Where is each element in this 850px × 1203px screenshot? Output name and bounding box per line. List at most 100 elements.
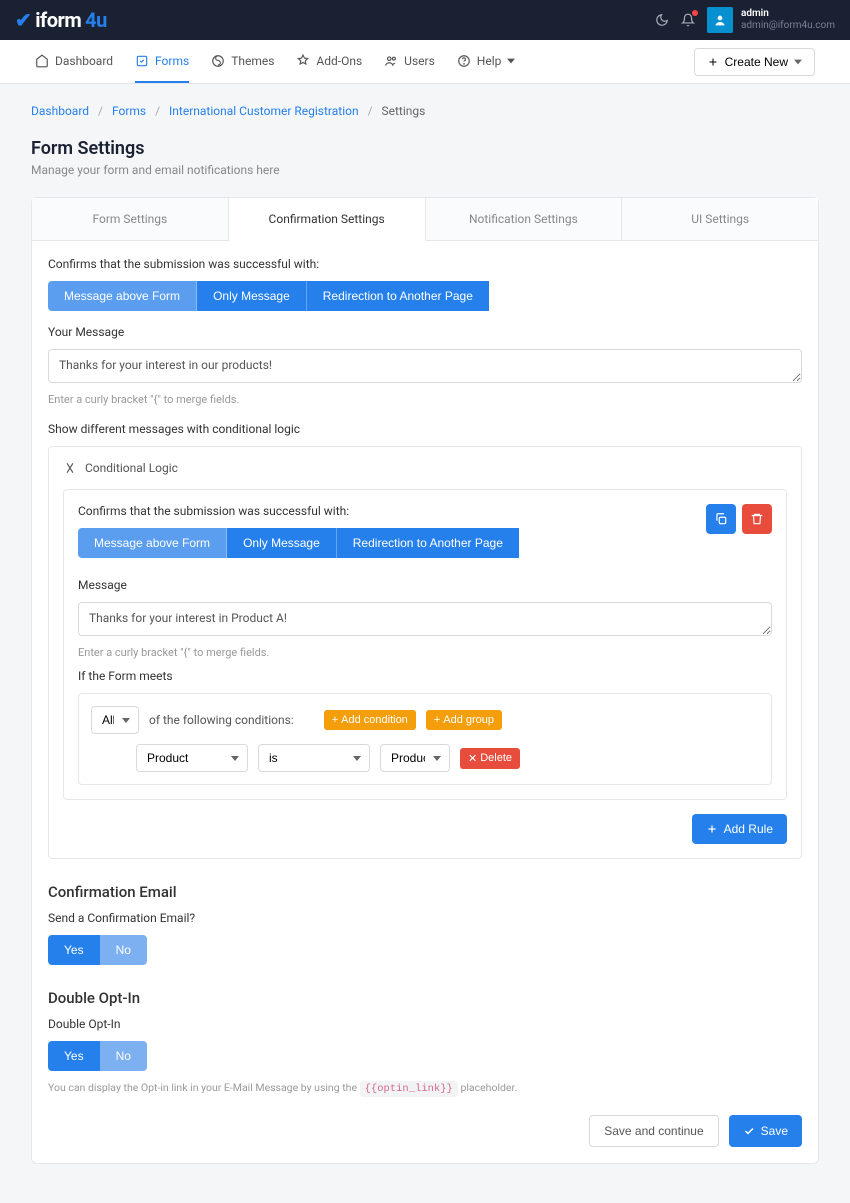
tab-notification-settings[interactable]: Notification Settings bbox=[426, 198, 623, 241]
rule-msg-above[interactable]: Message above Form bbox=[78, 528, 227, 558]
conditional-rule: Confirms that the submission was success… bbox=[63, 489, 787, 800]
nav-users[interactable]: Users bbox=[384, 40, 435, 83]
show-diff-label: Show different messages with conditional… bbox=[48, 422, 802, 436]
your-message-input[interactable]: Thanks for your interest in our products… bbox=[48, 349, 802, 383]
nav-addons-label: Add-Ons bbox=[316, 54, 362, 68]
optin-code: {{optin_link}} bbox=[360, 1081, 458, 1097]
copy-icon bbox=[714, 512, 728, 526]
conditions-box: All of the following conditions: +Add co… bbox=[78, 693, 772, 785]
nav-help-label: Help bbox=[477, 54, 502, 68]
nav-forms-label: Forms bbox=[155, 54, 189, 68]
plus-icon: + bbox=[332, 714, 338, 726]
logic-icon bbox=[63, 461, 77, 475]
add-rule-button[interactable]: Add Rule bbox=[692, 814, 787, 844]
logo-text: iform bbox=[35, 8, 81, 32]
rule-only-msg[interactable]: Only Message bbox=[227, 528, 337, 558]
create-new-label: Create New bbox=[725, 55, 788, 69]
send-email-toggle: Yes No bbox=[48, 935, 147, 965]
optin-no[interactable]: No bbox=[100, 1041, 147, 1071]
nav-forms[interactable]: Forms bbox=[135, 40, 189, 83]
nav-themes[interactable]: Themes bbox=[211, 40, 274, 83]
double-optin-title: Double Opt-In bbox=[48, 989, 802, 1007]
nav-dashboard[interactable]: Dashboard bbox=[35, 40, 113, 83]
confirm-redirect[interactable]: Redirection to Another Page bbox=[307, 281, 489, 311]
save-label: Save bbox=[761, 1124, 788, 1138]
confirm-msg-above[interactable]: Message above Form bbox=[48, 281, 197, 311]
optin-helper: You can display the Opt-in link in your … bbox=[48, 1081, 802, 1095]
logo-suffix: 4u bbox=[85, 8, 107, 32]
footer-actions: Save and continue Save bbox=[48, 1115, 802, 1147]
create-new-button[interactable]: Create New bbox=[694, 48, 815, 76]
save-button[interactable]: Save bbox=[729, 1115, 802, 1147]
add-condition-label: Add condition bbox=[341, 714, 408, 726]
admin-info: admin admin@iform4u.com bbox=[741, 8, 835, 32]
moon-icon[interactable] bbox=[655, 13, 669, 27]
bell-icon[interactable] bbox=[681, 13, 695, 27]
topbar: ✔ iform4u admin admin@iform4u.com bbox=[0, 0, 850, 40]
page-title: Form Settings bbox=[31, 138, 819, 159]
plus-icon: + bbox=[434, 714, 440, 726]
confirm-only-msg[interactable]: Only Message bbox=[197, 281, 307, 311]
tab-form-settings[interactable]: Form Settings bbox=[32, 198, 229, 241]
admin-menu[interactable]: admin admin@iform4u.com bbox=[707, 7, 835, 33]
condition-mode-select[interactable]: All bbox=[91, 706, 139, 734]
add-group-label: Add group bbox=[443, 714, 494, 726]
send-email-yes[interactable]: Yes bbox=[48, 935, 100, 965]
confirm-type-group: Message above Form Only Message Redirect… bbox=[48, 281, 802, 311]
delete-rule-button[interactable] bbox=[742, 504, 772, 534]
page-subtitle: Manage your form and email notifications… bbox=[31, 163, 819, 177]
add-rule-label: Add Rule bbox=[724, 822, 773, 836]
breadcrumb-forms[interactable]: Forms bbox=[112, 104, 146, 118]
check-icon bbox=[743, 1125, 755, 1137]
rule-confirm-type-group: Message above Form Only Message Redirect… bbox=[78, 528, 706, 558]
double-optin-toggle: Yes No bbox=[48, 1041, 147, 1071]
condition-operator-select[interactable]: is bbox=[258, 744, 370, 772]
double-optin-label: Double Opt-In bbox=[48, 1017, 802, 1031]
plus-icon bbox=[706, 823, 718, 835]
save-continue-button[interactable]: Save and continue bbox=[589, 1115, 718, 1147]
logo[interactable]: ✔ iform4u bbox=[15, 8, 107, 32]
avatar bbox=[707, 7, 733, 33]
rule-confirm-label: Confirms that the submission was success… bbox=[78, 504, 706, 518]
tab-ui-settings[interactable]: UI Settings bbox=[622, 198, 818, 241]
optin-note-post: placeholder. bbox=[460, 1081, 517, 1094]
breadcrumb-dashboard[interactable]: Dashboard bbox=[31, 104, 89, 118]
nav-addons[interactable]: Add-Ons bbox=[296, 40, 362, 83]
trash-icon bbox=[750, 512, 764, 526]
confirm-type-label: Confirms that the submission was success… bbox=[48, 257, 802, 271]
settings-card: Form Settings Confirmation Settings Noti… bbox=[31, 197, 819, 1164]
add-condition-button[interactable]: +Add condition bbox=[324, 710, 416, 730]
optin-yes[interactable]: Yes bbox=[48, 1041, 100, 1071]
tab-confirmation-settings[interactable]: Confirmation Settings bbox=[229, 198, 426, 241]
add-group-button[interactable]: +Add group bbox=[426, 710, 502, 730]
delete-condition-label: Delete bbox=[480, 752, 512, 764]
nav-users-label: Users bbox=[404, 54, 435, 68]
content: Dashboard / Forms / International Custom… bbox=[15, 84, 835, 1203]
nav-themes-label: Themes bbox=[231, 54, 274, 68]
chevron-down-icon bbox=[507, 57, 515, 65]
condition-field-select[interactable]: Product bbox=[136, 744, 248, 772]
breadcrumb-form-name[interactable]: International Customer Registration bbox=[169, 104, 359, 118]
rule-message-input[interactable]: Thanks for your interest in Product A! bbox=[78, 602, 772, 636]
rule-message-label: Message bbox=[78, 578, 772, 592]
admin-name: admin bbox=[741, 8, 835, 20]
main-nav: Dashboard Forms Themes Add-Ons Users Hel… bbox=[0, 40, 850, 84]
conditional-logic-title: Conditional Logic bbox=[85, 461, 178, 475]
of-following-label: of the following conditions: bbox=[149, 713, 294, 727]
x-icon: ✕ bbox=[468, 752, 477, 765]
send-email-no[interactable]: No bbox=[100, 935, 147, 965]
delete-condition-button[interactable]: ✕Delete bbox=[460, 748, 520, 769]
help-icon bbox=[457, 54, 471, 68]
users-icon bbox=[384, 54, 398, 68]
breadcrumb-current: Settings bbox=[382, 104, 426, 118]
forms-icon bbox=[135, 54, 149, 68]
topbar-right: admin admin@iform4u.com bbox=[655, 7, 835, 33]
nav-dashboard-label: Dashboard bbox=[55, 54, 113, 68]
addons-icon bbox=[296, 54, 310, 68]
rule-redirect[interactable]: Redirection to Another Page bbox=[337, 528, 519, 558]
nav-help[interactable]: Help bbox=[457, 40, 516, 83]
duplicate-rule-button[interactable] bbox=[706, 504, 736, 534]
breadcrumb: Dashboard / Forms / International Custom… bbox=[31, 104, 819, 118]
logo-check-icon: ✔ bbox=[15, 8, 31, 32]
condition-value-select[interactable]: Product A bbox=[380, 744, 450, 772]
